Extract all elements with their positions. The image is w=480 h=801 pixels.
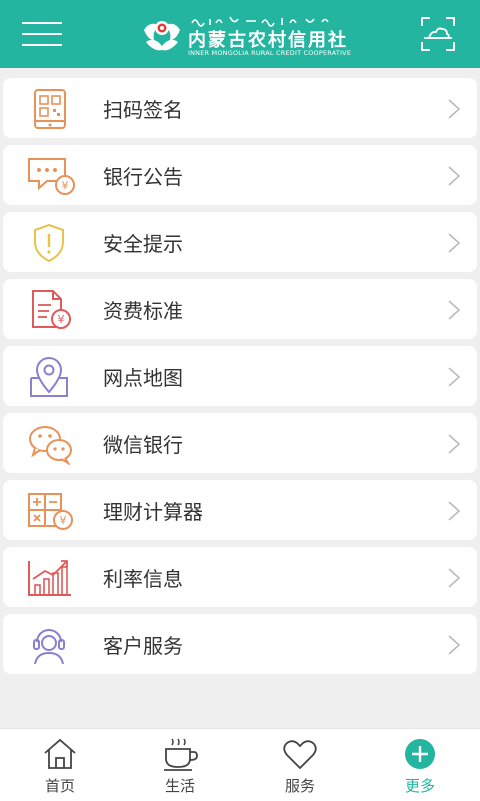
customer-service-icon [33,629,65,665]
chevron-right-icon [448,233,461,253]
menu-item-label: 银行公告 [103,165,183,189]
svg-text:¥: ¥ [62,179,69,192]
calculator-icon: ¥ [28,493,73,530]
menu-item-label: 扫码签名 [103,98,183,122]
fee-document-icon: ¥ [32,290,71,329]
chevron-right-icon [448,434,461,454]
chevron-right-icon [448,568,461,588]
tab-label: 生活 [164,777,195,795]
menu-item-label: 理财计算器 [103,500,203,524]
hamburger-icon [22,22,62,24]
tab-more[interactable]: 更多 [360,729,480,801]
chevron-right-icon [448,635,461,655]
map-pin-icon [30,357,68,397]
tab-label: 更多 [404,777,435,795]
chevron-right-icon [448,99,461,119]
menu-item-label: 网点地图 [103,366,183,390]
app-header: 内蒙古农村信用社 INNER MONGOLIA RURAL CREDIT COO… [0,0,480,68]
rate-chart-icon [28,560,71,596]
menu-item-label: 客户服务 [103,634,183,658]
menu-button[interactable] [22,18,66,50]
home-icon [44,738,76,769]
scan-icon[interactable] [420,16,456,52]
menu-item-customer-service[interactable]: 客户服务 [3,614,477,674]
svg-text:¥: ¥ [58,313,65,326]
logo-subtitle: INNER MONGOLIA RURAL CREDIT COOPERATIVE [188,49,352,57]
menu-item-scan-sign[interactable]: 扫码签名 [3,78,477,138]
chevron-right-icon [448,300,461,320]
menu-item-security-tips[interactable]: 安全提示 [3,212,477,272]
menu-item-finance-calculator[interactable]: ¥ 理财计算器 [3,480,477,540]
wechat-icon [29,426,72,465]
tab-life[interactable]: 生活 [120,729,240,801]
menu-item-label: 安全提示 [103,232,183,256]
bottom-tab-bar: 首页 生活 服务 更多 [0,728,480,801]
logo-mongolian-script [188,12,338,27]
chevron-right-icon [448,367,461,387]
menu-item-wechat-bank[interactable]: 微信银行 [3,413,477,473]
chevron-right-icon [448,166,461,186]
heart-icon [283,740,317,770]
shield-warning-icon [34,223,64,263]
coffee-cup-icon [164,738,198,771]
menu-item-bank-notice[interactable]: ¥ 银行公告 [3,145,477,205]
menu-item-label: 资费标准 [103,299,183,323]
chevron-right-icon [448,501,461,521]
plus-circle-icon [405,739,435,769]
tab-service[interactable]: 服务 [240,729,360,801]
menu-item-fee-standard[interactable]: ¥ 资费标准 [3,279,477,339]
logo-emblem-icon [144,21,180,51]
tab-home[interactable]: 首页 [0,729,120,801]
menu-item-branch-map[interactable]: 网点地图 [3,346,477,406]
bank-logo: 内蒙古农村信用社 INNER MONGOLIA RURAL CREDIT COO… [140,12,352,58]
tab-label: 服务 [284,777,315,795]
menu-item-interest-rates[interactable]: 利率信息 [3,547,477,607]
menu-item-label: 微信银行 [103,433,183,457]
tab-label: 首页 [44,777,75,795]
menu-item-label: 利率信息 [103,567,183,591]
svg-text:¥: ¥ [60,514,67,527]
announcement-icon: ¥ [28,158,75,195]
qr-sign-icon [34,89,66,129]
